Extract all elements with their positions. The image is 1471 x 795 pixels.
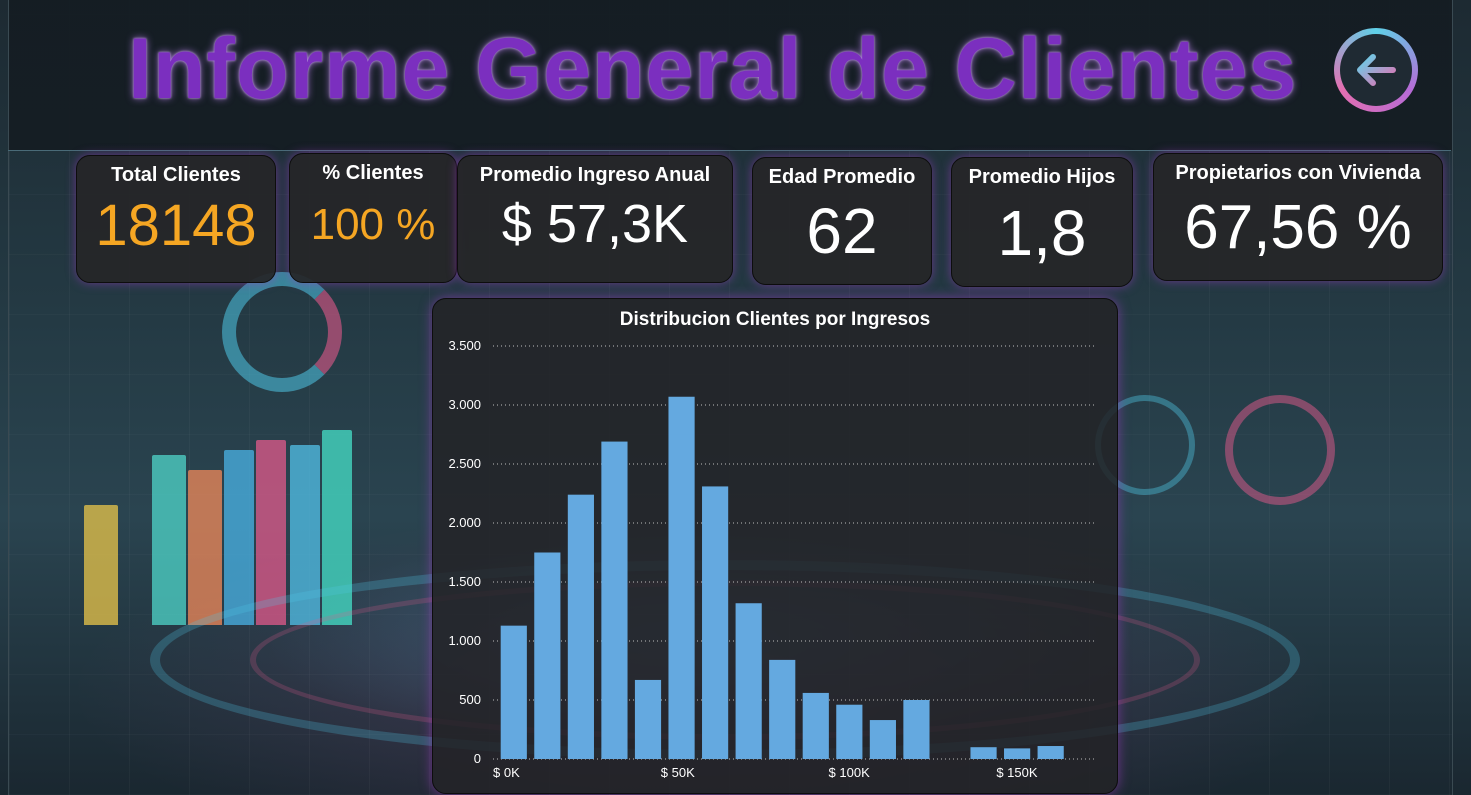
kpi-propietarios-vivienda: Propietarios con Vivienda 67,56 % <box>1153 153 1443 281</box>
kpi-label: Promedio Ingreso Anual <box>479 164 711 186</box>
kpi-label: Propietarios con Vivienda <box>1175 162 1421 184</box>
x-tick-label: $ 150K <box>996 765 1038 780</box>
bar[interactable] <box>802 692 829 759</box>
y-tick-label: 2.000 <box>448 515 481 530</box>
kpi-total-clientes: Total Clientes 18148 <box>76 155 276 283</box>
y-tick-label: 1.500 <box>448 574 481 589</box>
kpi-value: 67,56 % <box>1184 193 1412 262</box>
kpi-value: $ 57,3K <box>501 194 689 254</box>
kpi-edad-promedio: Edad Promedio 62 <box>752 157 932 285</box>
income-distribution-chart: Distribucion Clientes por Ingresos 0 500 1… <box>432 298 1118 794</box>
bar[interactable] <box>702 486 729 759</box>
kpi-label: % Clientes <box>322 162 424 184</box>
bar[interactable] <box>735 603 762 759</box>
y-tick-label: 3.000 <box>448 397 481 412</box>
y-tick-label: 500 <box>459 692 481 707</box>
page-title: Informe General de Clientes <box>128 21 1298 117</box>
kpi-value: 1,8 <box>997 197 1087 269</box>
bar[interactable] <box>534 552 561 760</box>
x-tick-label: $ 50K <box>661 765 695 780</box>
x-tick-label: $ 100K <box>829 765 871 780</box>
bar[interactable] <box>836 704 863 759</box>
arrow-left-circle-icon <box>1340 34 1412 106</box>
kpi-porcentaje-clientes: % Clientes 100 % <box>289 153 457 283</box>
kpi-promedio-ingreso: Promedio Ingreso Anual $ 57,3K <box>457 155 733 283</box>
kpi-label: Edad Promedio <box>768 166 916 188</box>
bar[interactable] <box>601 441 628 759</box>
y-tick-label: 1.000 <box>448 633 481 648</box>
decor-bar <box>224 450 254 625</box>
decor-bar <box>188 470 222 625</box>
kpi-label: Total Clientes <box>111 164 241 186</box>
bar[interactable] <box>903 700 930 759</box>
kpi-label: Promedio Hijos <box>968 166 1116 188</box>
y-tick-label: 3.500 <box>448 338 481 353</box>
decor-bar <box>152 455 186 625</box>
y-tick-label: 2.500 <box>448 456 481 471</box>
bar[interactable] <box>500 625 527 759</box>
bar[interactable] <box>1004 748 1031 759</box>
kpi-value: 62 <box>806 195 878 267</box>
kpi-promedio-hijos: Promedio Hijos 1,8 <box>951 157 1133 287</box>
decor-ring <box>1225 395 1335 505</box>
back-button[interactable] <box>1334 28 1418 112</box>
header-divider <box>8 150 1451 151</box>
bar[interactable] <box>567 494 594 759</box>
kpi-value: 100 % <box>310 200 436 249</box>
decor-ring <box>222 272 342 392</box>
x-tick-label: $ 0K <box>493 765 520 780</box>
bar[interactable] <box>1037 746 1064 759</box>
bar[interactable] <box>634 679 662 759</box>
bar[interactable] <box>668 396 695 759</box>
bar[interactable] <box>769 659 796 759</box>
bar[interactable] <box>970 747 997 759</box>
decor-bar <box>84 505 118 625</box>
chart-plot: 0 500 1.000 1.500 2.000 2.500 3.000 3.500 $ 0K $ … <box>448 338 1097 780</box>
kpi-value: 18148 <box>95 193 257 258</box>
y-tick-label: 0 <box>474 751 481 766</box>
bar[interactable] <box>869 720 896 759</box>
